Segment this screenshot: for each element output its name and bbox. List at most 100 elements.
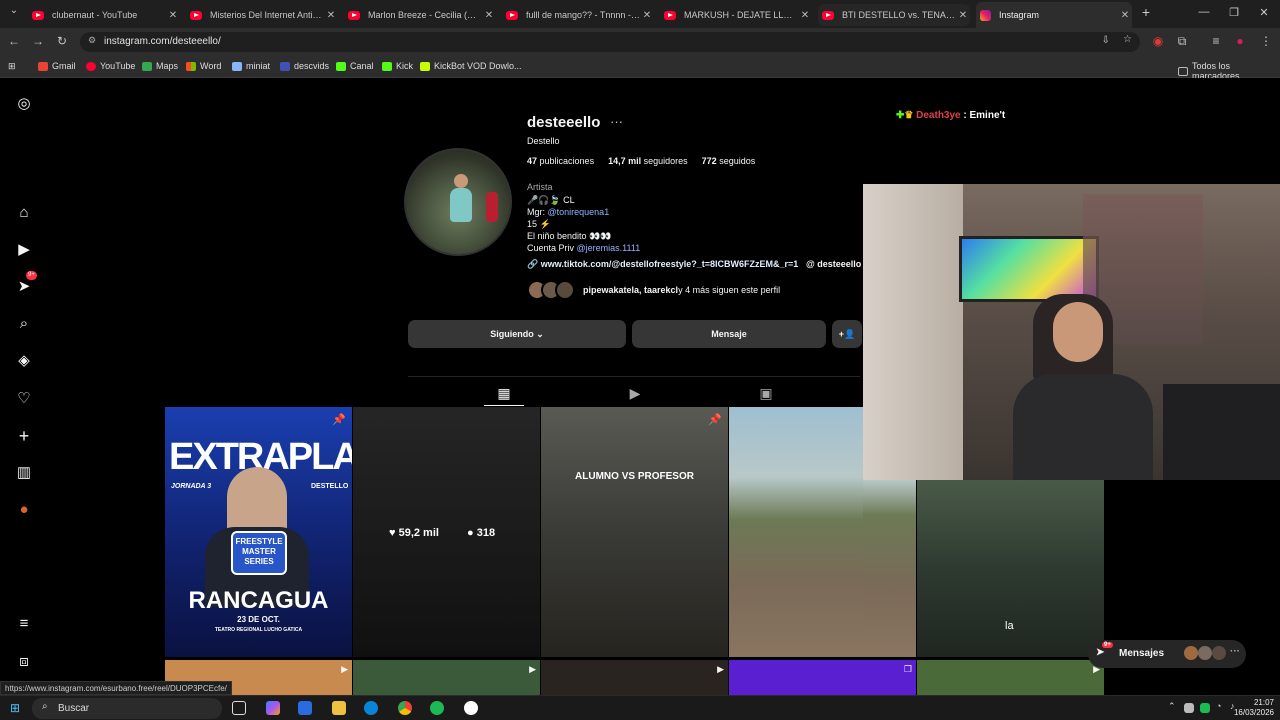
tagged-icon[interactable]: ▣ [756,385,776,402]
post-row2-2[interactable]: ▶ [353,660,540,695]
back-icon[interactable]: ← [4,34,24,48]
bookmark-canal[interactable]: Canal [336,61,374,71]
tab-youtube-5[interactable]: MARKUSH - DEJATE LLEVAR (V✕ [660,4,812,26]
threads-link[interactable]: @ desteeello [806,259,861,269]
meta-icon[interactable]: ⧈ [14,652,34,672]
store-icon[interactable] [298,701,312,715]
close-tab-icon[interactable]: ✕ [640,10,654,21]
followed-by-row[interactable]: pipewakatela, taarekcl y 4 más siguen es… [527,280,780,300]
close-tab-icon[interactable]: ✕ [798,10,812,21]
create-icon[interactable]: + [14,426,34,446]
profile-icon[interactable]: ● [14,500,34,520]
browser-menu-icon[interactable]: ⋮ [1256,34,1276,48]
spotify-tray-icon[interactable] [1200,703,1210,713]
message-button[interactable]: Mensaje [632,320,826,348]
bookmark-maps[interactable]: Maps [142,61,178,71]
post-crowd[interactable] [729,407,863,657]
explore-icon[interactable]: ◈ [14,351,34,371]
bookmark-kickbot[interactable]: KickBot VOD Dowlo... [420,61,522,71]
browser-tab-bar: ⌄ clubernaut - YouTube ✕ Misterios Del In… [0,0,1280,28]
windows-start-icon[interactable]: ⊞ [10,701,24,715]
post-caption[interactable]: la [917,480,1104,657]
post-city: RANCAGUA [188,587,329,614]
tab-youtube-2[interactable]: Misterios Del Internet Antiguo ✕ [186,4,338,26]
post-extraplayer[interactable]: EXTRAPLAYER JORNADA 3 DESTELLO FREESTYLE… [165,407,352,657]
dashboard-icon[interactable]: ▥ [14,463,34,483]
wifi-icon[interactable]: ◔ [1216,701,1221,715]
chrome-icon[interactable] [398,701,412,715]
copilot-icon[interactable] [266,701,280,715]
forward-icon[interactable]: → [28,34,48,48]
tray-chevron-icon[interactable]: ⌃ [1168,701,1176,715]
post-row2-4[interactable]: ❐ [729,660,916,695]
close-tab-icon[interactable]: ✕ [482,10,496,21]
bookmark-miniat[interactable]: miniat [232,61,270,71]
profile-options-icon[interactable]: ··· [610,114,623,129]
mgr-handle-link[interactable]: @tonirequena1 [548,207,610,217]
post-alumno[interactable]: ALUMNO VS PROFESOR 📌 [541,407,728,657]
bookmark-descvids[interactable]: descvids [280,61,329,71]
post-row2-5[interactable]: ▶ [917,660,1104,695]
tab-youtube-4[interactable]: fulll de mango?? - Tnnnn - You ✕ [502,4,654,26]
file-explorer-icon[interactable] [332,701,346,715]
search-icon[interactable]: ⌕ [14,314,34,334]
tab-instagram[interactable]: Instagram ✕ [976,2,1132,28]
messages-button[interactable]: ➤ 9+ Mensajes ··· [1088,640,1246,668]
profile-avatar-icon[interactable]: ● [1230,34,1250,48]
url-input[interactable]: ⚙ instagram.com/desteeello/ ⇩ ☆ [80,32,1140,52]
taskbar-clock[interactable]: 21:07 16/03/2026 [1234,698,1274,718]
close-tab-icon[interactable]: ✕ [324,10,338,21]
bookmark-word[interactable]: Word [186,61,221,71]
minimize-icon[interactable]: — [1190,6,1218,18]
taskbar-search[interactable]: ⌕ Buscar [32,698,222,719]
bookmark-star-icon[interactable]: ☆ [1123,34,1132,45]
media-icon[interactable]: ≡ [1206,34,1226,48]
reels-tab-icon[interactable]: ▶ [625,385,645,402]
priv-handle-link[interactable]: @jeremias.1111 [577,243,641,253]
messages-label: Mensajes [1119,648,1165,659]
site-info-icon[interactable]: ⚙ [88,35,96,46]
more-menu-icon[interactable]: ≡ [14,614,34,634]
post-hover[interactable]: ♥ 59,2 mil ● 318 [353,407,540,657]
suggest-user-button[interactable]: +👤 [832,320,862,348]
bookmark-youtube[interactable]: YouTube [86,61,135,71]
new-tab-icon[interactable]: + [1132,4,1160,20]
tab-youtube-1[interactable]: clubernaut - YouTube ✕ [28,4,180,26]
tab-list-chevron-icon[interactable]: ⌄ [4,5,24,16]
following-count[interactable]: 772 seguidos [702,156,756,166]
messages-badge: 9+ [1102,642,1113,648]
tray-app-icon[interactable] [1184,703,1194,713]
close-tab-icon[interactable]: ✕ [166,10,180,21]
bookmark-kick[interactable]: Kick [382,61,413,71]
gmail-icon [38,61,48,71]
posts-grid-icon[interactable]: ▦ [494,385,514,402]
reels-icon[interactable]: ▶ [14,240,34,260]
close-window-icon[interactable]: ✕ [1250,6,1278,19]
followers-count[interactable]: 14,7 mil seguidores [608,156,688,166]
profile-avatar[interactable] [404,148,512,256]
tab-youtube-6[interactable]: BTI DESTELLO vs. TENAZ KAITO✕ [818,4,970,26]
kickbot-icon [420,61,430,71]
extensions-icon[interactable]: ⧉ [1172,34,1192,49]
following-button[interactable]: Siguiendo ⌄ [408,320,626,348]
close-tab-icon[interactable]: ✕ [956,10,970,21]
reload-icon[interactable]: ↻ [52,34,72,48]
task-view-icon[interactable] [232,701,246,715]
record-icon[interactable]: ◉ [1148,34,1168,48]
install-app-icon[interactable]: ⇩ [1102,35,1110,46]
home-icon[interactable]: ⌂ [14,203,34,223]
bookmark-gmail[interactable]: Gmail [38,61,76,71]
messenger-icon[interactable]: ➤ 9+ [14,271,37,297]
apps-grid-icon[interactable]: ⊞ [8,61,16,72]
profile-external-link[interactable]: 🔗 www.tiktok.com/@destellofreestyle?_t=8… [527,259,798,270]
heart-icon[interactable]: ♡ [14,389,34,409]
spotify-icon[interactable] [430,701,444,715]
tab-youtube-3[interactable]: Marlon Breeze - Cecilia (Official ✕ [344,4,496,26]
restore-icon[interactable]: ❐ [1220,6,1248,19]
bookmark-label: Gmail [52,61,76,71]
instagram-logo-icon[interactable]: ◎ [14,94,34,114]
post-row2-3[interactable]: ▶ [541,660,728,695]
close-tab-icon[interactable]: ✕ [1118,10,1132,21]
obs-icon[interactable] [464,701,478,715]
edge-icon[interactable] [364,701,378,715]
